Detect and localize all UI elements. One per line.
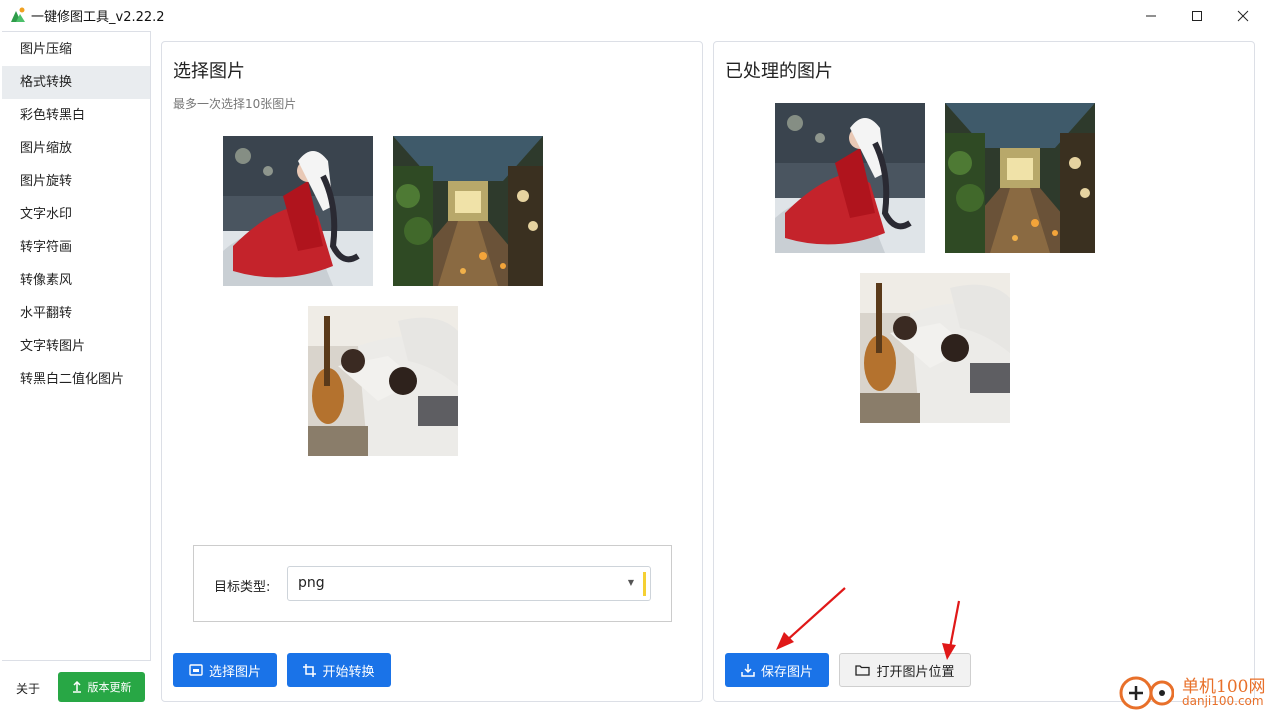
processed-thumb-girl-red[interactable]: [775, 103, 925, 253]
open-location-label: 打开图片位置: [876, 664, 955, 680]
processed-thumb-greenhouse[interactable]: [945, 103, 1095, 253]
sidebar-item-grayscale[interactable]: 彩色转黑白: [2, 99, 150, 132]
sidebar-item-text-to-image[interactable]: 文字转图片: [2, 330, 150, 363]
start-convert-label: 开始转换: [322, 664, 375, 680]
sidebar-item-binarize[interactable]: 转黑白二值化图片: [2, 363, 150, 396]
minimize-icon: [1146, 15, 1156, 16]
panel-title-processed: 已处理的图片: [725, 61, 833, 82]
maximize-icon: [1192, 10, 1202, 21]
update-button[interactable]: 版本更新: [58, 672, 145, 702]
sidebar-item-horizontal-flip[interactable]: 水平翻转: [2, 297, 150, 330]
sidebar-item-compress[interactable]: 图片压缩: [2, 33, 150, 66]
close-button[interactable]: [1220, 0, 1266, 31]
select-accent-bar: [643, 572, 646, 596]
maximize-button[interactable]: [1174, 0, 1220, 31]
greenhouse-image: [393, 136, 543, 286]
start-convert-button[interactable]: 开始转换: [287, 653, 391, 687]
folder-icon: [855, 665, 871, 676]
girl-sofa-image: [860, 273, 1010, 423]
select-images-panel: 选择图片 最多一次选择10张图片 目标类型: png ▼ 选择图片 开始转换: [161, 41, 703, 702]
target-type-label: 目标类型:: [214, 580, 271, 595]
target-type-value: png: [298, 575, 325, 591]
image-icon: [189, 664, 203, 676]
image-thumb-girl-sofa[interactable]: [308, 306, 458, 456]
sidebar-item-format-convert[interactable]: 格式转换: [2, 66, 150, 99]
target-type-box: 目标类型: png ▼: [193, 545, 672, 622]
close-icon: [1237, 10, 1249, 21]
target-type-select[interactable]: png ▼: [287, 566, 651, 601]
watermark-logo-icon: [1119, 676, 1174, 710]
save-images-label: 保存图片: [760, 664, 813, 680]
upload-arrow-icon: [72, 681, 81, 693]
open-location-button[interactable]: 打开图片位置: [839, 653, 971, 687]
caret-down-icon: ▼: [627, 578, 634, 587]
image-thumb-girl-red[interactable]: [223, 136, 373, 286]
sidebar-item-pixel-style[interactable]: 转像素风: [2, 264, 150, 297]
select-images-label: 选择图片: [208, 664, 261, 680]
processed-thumb-girl-sofa[interactable]: [860, 273, 1010, 423]
greenhouse-image: [945, 103, 1095, 253]
window-title: 一键修图工具_v2.22.2: [31, 10, 165, 25]
sidebar: 图片压缩 格式转换 彩色转黑白 图片缩放 图片旋转 文字水印 转字符画 转像素风…: [2, 31, 151, 661]
title-bar: 一键修图工具_v2.22.2: [0, 0, 1266, 31]
girl-red-image: [775, 103, 925, 253]
girl-sofa-image: [308, 306, 458, 456]
panel-subtitle: 最多一次选择10张图片: [173, 97, 297, 111]
download-icon: [741, 664, 755, 677]
sidebar-item-text-watermark[interactable]: 文字水印: [2, 198, 150, 231]
image-thumb-greenhouse[interactable]: [393, 136, 543, 286]
about-link[interactable]: 关于: [16, 680, 40, 697]
site-watermark: 单机100网 danji100.com: [1115, 670, 1266, 713]
watermark-en-text: danji100.com: [1182, 694, 1264, 708]
panel-title-select: 选择图片: [173, 61, 245, 82]
sidebar-item-rotate[interactable]: 图片旋转: [2, 165, 150, 198]
crop-icon: [303, 663, 317, 677]
girl-red-image: [223, 136, 373, 286]
sidebar-item-ascii-art[interactable]: 转字符画: [2, 231, 150, 264]
app-logo-icon: [11, 7, 25, 22]
minimize-button[interactable]: [1128, 0, 1174, 31]
save-images-button[interactable]: 保存图片: [725, 653, 829, 687]
sidebar-item-resize[interactable]: 图片缩放: [2, 132, 150, 165]
select-images-button[interactable]: 选择图片: [173, 653, 277, 687]
update-button-label: 版本更新: [87, 681, 132, 694]
processed-images-panel: 已处理的图片 保存图片 打开图片位置: [713, 41, 1255, 702]
